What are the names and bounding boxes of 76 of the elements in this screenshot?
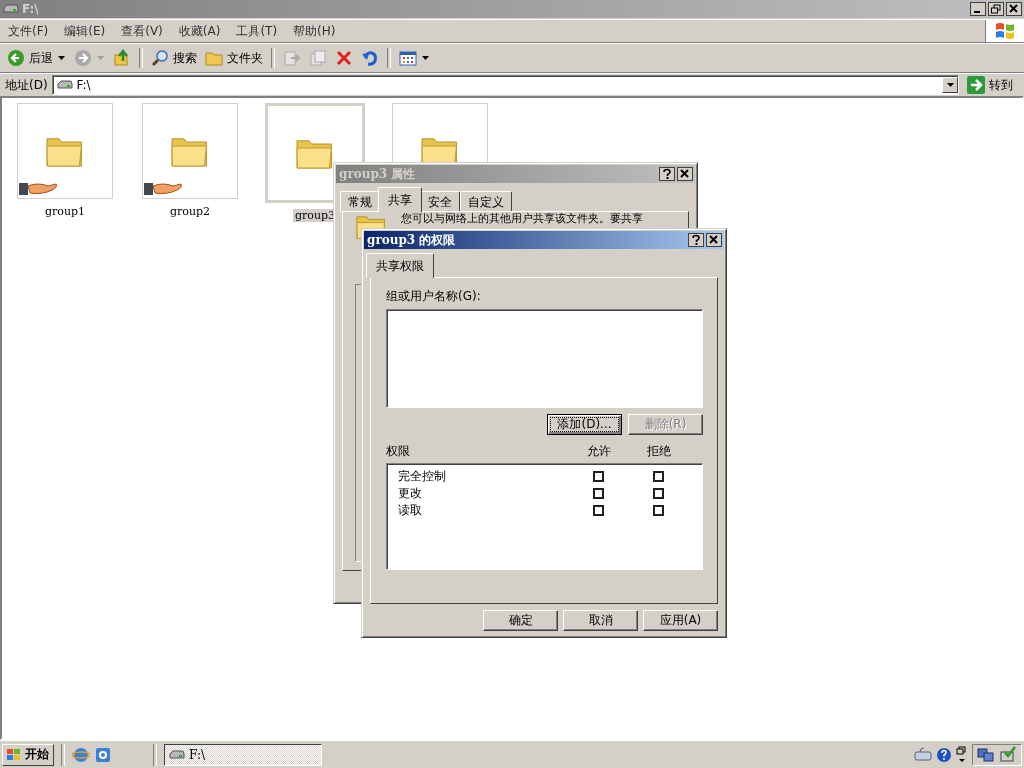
help-icon[interactable] [936, 746, 952, 763]
dropdown-caret-icon[interactable] [58, 56, 65, 60]
checkbox[interactable] [592, 505, 604, 516]
menu-item[interactable]: 文件(F) [0, 20, 57, 42]
column-header: 允许 [586, 443, 612, 460]
globe-icon[interactable] [72, 745, 90, 764]
minimize-icon[interactable] [970, 2, 986, 16]
windows-flag-icon [994, 21, 1016, 41]
tab[interactable]: 共享 [378, 187, 422, 212]
folder-thumbnail[interactable] [142, 103, 238, 199]
sharing-description: 您可以与网络上的其他用户共享该文件夹。要共享 [401, 213, 643, 225]
dialog-button[interactable]: 取消 [563, 610, 638, 631]
window-icon[interactable] [94, 745, 112, 764]
undo-arrow-icon [361, 49, 379, 67]
window-title: F:\ [22, 2, 40, 16]
drive-icon [169, 749, 185, 760]
drive-icon [56, 80, 73, 90]
keyboard-icon[interactable] [914, 746, 932, 763]
address-label: 地址(D) [5, 76, 48, 94]
computer-check-icon[interactable] [999, 745, 1017, 764]
checkbox[interactable] [592, 471, 604, 482]
help-icon[interactable] [659, 167, 675, 181]
tab[interactable]: 自定义 [460, 191, 512, 212]
dialog-button[interactable]: 应用(A) [643, 610, 718, 631]
tab[interactable]: 共享权限 [366, 253, 434, 278]
checkbox[interactable] [652, 471, 664, 482]
restore-icon[interactable] [988, 2, 1004, 16]
windows-flag-icon [6, 747, 22, 762]
menu-item[interactable]: 查看(V) [113, 20, 171, 42]
menu-item[interactable]: 收藏(A) [170, 20, 229, 42]
copy-to-icon [309, 49, 327, 67]
menu-item[interactable]: 工具(T) [228, 20, 286, 42]
help-icon[interactable] [688, 233, 704, 247]
dropdown-arrow-icon[interactable] [946, 83, 954, 87]
address-field[interactable]: F:\ [51, 75, 959, 95]
views-grid-icon [399, 50, 417, 66]
start-button[interactable]: 开始 [2, 743, 54, 766]
dropdown-caret-icon[interactable] [422, 56, 429, 60]
go-arrow-icon [967, 76, 985, 94]
dialog-title: group3 属性 [339, 165, 417, 183]
folder-thumbnail[interactable] [17, 103, 113, 199]
folder-name[interactable]: group1 [42, 205, 87, 218]
back-button[interactable]: 后退 [4, 47, 56, 69]
delete-x-icon [335, 49, 353, 67]
user-list[interactable] [386, 309, 703, 408]
folder-name[interactable]: group2 [167, 205, 212, 218]
permission-name: 更改 [398, 485, 423, 502]
checkbox[interactable] [592, 488, 604, 499]
column-header: 权限 [386, 443, 411, 460]
forward-arrow-icon [74, 49, 92, 67]
drive-icon [3, 4, 19, 14]
folders-button[interactable]: 文件夹 [202, 47, 266, 69]
menu-item[interactable]: 编辑(E) [56, 20, 114, 42]
folder-icon [205, 50, 223, 66]
permission-name: 读取 [398, 502, 423, 519]
permission-name: 完全控制 [398, 468, 447, 485]
column-header: 拒绝 [646, 443, 672, 460]
menu-item[interactable]: 帮助(H) [285, 20, 344, 42]
dialog-button[interactable]: 确定 [483, 610, 558, 631]
group-list-label: 组或用户名称(G): [386, 288, 482, 305]
checkbox[interactable] [652, 505, 664, 516]
close-icon[interactable] [706, 233, 722, 247]
magnifier-icon [151, 49, 169, 67]
add-button[interactable]: 添加(D)... [547, 414, 622, 435]
task-button[interactable]: F:\ [164, 743, 322, 766]
close-icon[interactable] [1006, 2, 1022, 16]
close-icon[interactable] [677, 167, 693, 181]
views-button[interactable] [396, 48, 420, 68]
search-button[interactable]: 搜索 [148, 47, 200, 69]
folder-up-icon [113, 49, 131, 67]
network-icon[interactable] [977, 745, 995, 764]
dialog-title: group3 的权限 [367, 231, 457, 249]
checkbox[interactable] [652, 488, 664, 499]
move-to-icon [283, 49, 301, 67]
restore-arrow-icon[interactable] [956, 745, 968, 764]
go-button[interactable]: 转到 [963, 76, 1021, 94]
